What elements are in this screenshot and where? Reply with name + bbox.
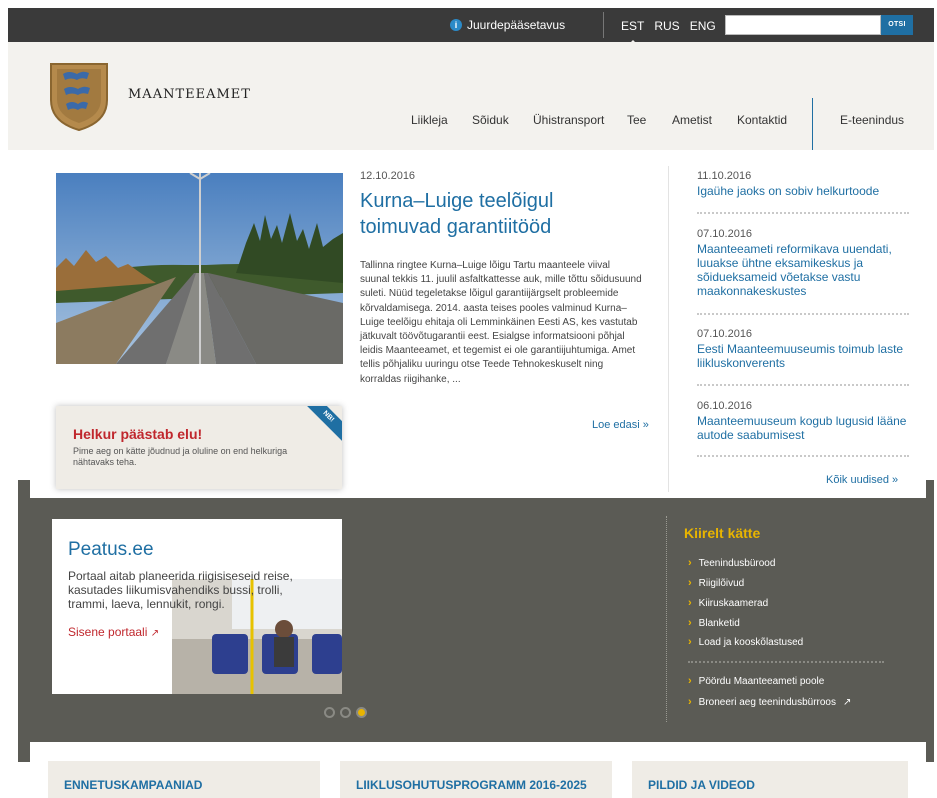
quick-link-teenindusburood[interactable]: › Teenindusbürood (688, 557, 775, 569)
quick-links-divider (666, 516, 667, 722)
topbar-divider (603, 12, 604, 38)
slider-dot-2[interactable] (340, 707, 351, 718)
language-switcher: EST RUS ENG (621, 19, 716, 46)
nav-tee[interactable]: Tee (627, 113, 646, 127)
lang-est[interactable]: EST (621, 19, 644, 46)
chevron-right-icon: › (688, 577, 692, 589)
promo-text: Pime aeg on kätte jõudnud ja oluline on … (73, 446, 288, 467)
all-news-link[interactable]: Kõik uudised » (826, 474, 898, 486)
nav-e-teenindus[interactable]: E-teenindus (840, 113, 904, 127)
chevron-right-icon: › (688, 696, 692, 708)
divider (697, 212, 909, 214)
quick-links-title: Kiirelt kätte (684, 525, 761, 541)
side-news-item[interactable]: 07.10.2016 Eesti Maanteemuuseumis toimub… (697, 328, 912, 370)
side-news-item[interactable]: 06.10.2016 Maanteemuuseum kogub lugusid … (697, 400, 912, 442)
reflector-promo-banner[interactable]: Helkur päästab elu! Pime aeg on kätte jõ… (56, 406, 342, 489)
chevron-right-icon: › (688, 557, 692, 569)
promo-title: Helkur päästab elu! (73, 426, 203, 442)
chevron-right-icon: › (688, 675, 692, 687)
enter-portal-link[interactable]: Sisene portaali ↗ (68, 625, 159, 639)
coat-of-arms-logo[interactable] (47, 60, 111, 132)
search-button[interactable]: OTSI (881, 15, 913, 35)
quick-link-booking[interactable]: › Broneeri aeg teenindusbürroos ↗ (688, 696, 851, 708)
nav-soiduk[interactable]: Sõiduk (472, 113, 509, 127)
external-link-icon: ↗ (150, 628, 160, 639)
nav-kontaktid[interactable]: Kontaktid (737, 113, 787, 127)
main-news-title[interactable]: Kurna–Luige teelõigul toimuvad garantiit… (360, 188, 640, 240)
side-news-title[interactable]: Maanteemuuseum kogub lugusid lääne autod… (697, 414, 912, 442)
tile-traffic-safety-program[interactable]: LIIKLUSOHUTUSPROGRAMM 2016-2025 (340, 761, 612, 798)
promo-ribbon: NB! (300, 406, 342, 445)
top-bar: i Juurdepääsetavus EST RUS ENG OTSI (8, 8, 934, 46)
divider (688, 661, 884, 663)
slider-dot-3[interactable] (356, 707, 367, 718)
slider-dot-1[interactable] (324, 707, 335, 718)
side-news-item[interactable]: 11.10.2016 Igaühe jaoks on sobiv helkurt… (697, 170, 912, 198)
peatus-slide[interactable]: Peatus.ee Portaal aitab planeerida riigi… (52, 519, 342, 694)
main-news-date: 12.10.2016 (360, 170, 416, 182)
quick-link-label: Pöördu Maanteeameti poole (698, 675, 825, 687)
side-news-date: 11.10.2016 (697, 170, 752, 182)
side-news-title[interactable]: Igaühe jaoks on sobiv helkurtoode (697, 184, 912, 198)
slider-dots (324, 707, 367, 718)
highway-photo[interactable] (56, 173, 343, 364)
side-news-title[interactable]: Eesti Maanteemuuseumis toimub laste liik… (697, 342, 912, 370)
quick-link-contact[interactable]: › Pöördu Maanteeameti poole (688, 675, 824, 687)
quick-link-label: Broneeri aeg teenindusbürroos (698, 696, 836, 708)
quick-link-label: Kiiruskaamerad (698, 597, 769, 609)
chevron-right-icon: › (688, 597, 692, 609)
divider (697, 313, 909, 315)
nav-uhistransport[interactable]: Ühistransport (533, 113, 604, 127)
external-link-icon: ↗ (843, 696, 852, 708)
quick-link-kiiruskaamerad[interactable]: › Kiiruskaamerad (688, 597, 768, 609)
tile-label: PILDID JA VIDEOD (648, 778, 755, 792)
chevron-right-icon: › (688, 636, 692, 648)
tile-label: ENNETUSKAMPAANIAD (64, 778, 203, 792)
tile-prevention-campaigns[interactable]: ENNETUSKAMPAANIAD (48, 761, 320, 798)
quick-link-label: Blanketid (698, 617, 740, 629)
quick-link-load[interactable]: › Load ja kooskõlastused (688, 636, 803, 648)
chevron-right-icon: › (688, 617, 692, 629)
nav-divider (812, 98, 813, 150)
side-news-date: 06.10.2016 (697, 400, 753, 412)
main-news-body: Tallinna ringtee Kurna–Luige lõigu Tartu… (360, 260, 642, 385)
divider (697, 455, 909, 457)
news-divider (668, 166, 669, 492)
side-news-date: 07.10.2016 (697, 228, 753, 240)
read-more-link[interactable]: Loe edasi » (592, 419, 649, 431)
accessibility-label: Juurdepääsetavus (467, 18, 566, 32)
quick-link-label: Teenindusbürood (698, 557, 776, 569)
nav-liikleja[interactable]: Liikleja (411, 113, 448, 127)
side-news-date: 07.10.2016 (697, 328, 753, 340)
enter-portal-label: Sisene portaali (68, 625, 148, 639)
accessibility-link[interactable]: i Juurdepääsetavus (450, 18, 565, 32)
slide-text: Portaal aitab planeerida riigisiseseid r… (68, 569, 293, 611)
side-news-item[interactable]: 07.10.2016 Maanteeameti reformikava uuen… (697, 228, 912, 298)
quick-link-label: Riigilõivud (698, 577, 745, 589)
lang-rus[interactable]: RUS (654, 19, 679, 33)
site-brand[interactable]: MAANTEEAMET (128, 87, 251, 102)
quick-link-riigiloivud[interactable]: › Riigilõivud (688, 577, 744, 589)
tile-pictures-videos[interactable]: PILDID JA VIDEOD (632, 761, 908, 798)
quick-link-label: Load ja kooskõlastused (698, 636, 804, 648)
side-news-title[interactable]: Maanteeameti reformikava uuendati, luuak… (697, 242, 912, 298)
divider (697, 384, 909, 386)
search-input[interactable] (725, 15, 881, 35)
site-header: MAANTEEAMET Liikleja Sõiduk Ühistranspor… (8, 42, 934, 150)
nav-ametist[interactable]: Ametist (672, 113, 712, 127)
tile-label: LIIKLUSOHUTUSPROGRAMM 2016-2025 (356, 778, 587, 792)
lang-eng[interactable]: ENG (690, 19, 716, 33)
accessibility-icon: i (450, 19, 462, 31)
quick-link-blanketid[interactable]: › Blanketid (688, 617, 740, 629)
slide-title[interactable]: Peatus.ee (68, 539, 154, 561)
